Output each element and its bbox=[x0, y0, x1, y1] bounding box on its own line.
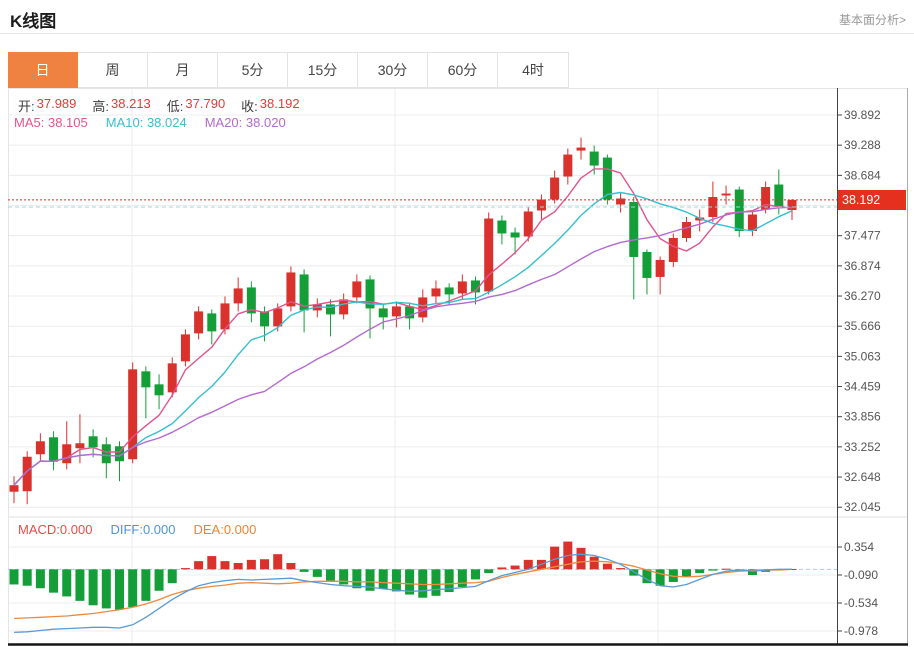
tab-4时[interactable]: 4时 bbox=[498, 53, 568, 87]
ma20-value: 38.020 bbox=[246, 115, 286, 130]
page-header: K线图 基本面分析> bbox=[0, 0, 914, 34]
tab-月[interactable]: 月 bbox=[148, 53, 218, 87]
ohlc-info-row: 开:37.989 高:38.213 低:37.790 收:38.192 bbox=[18, 96, 300, 115]
svg-text:39.288: 39.288 bbox=[844, 138, 881, 152]
dea-value: 0.000 bbox=[224, 522, 257, 537]
close-label: 收: bbox=[241, 96, 258, 115]
diff-value: 0.000 bbox=[143, 522, 176, 537]
tab-30分[interactable]: 30分 bbox=[358, 53, 428, 87]
svg-text:-0.534: -0.534 bbox=[844, 596, 878, 610]
diff-label: DIFF: bbox=[110, 522, 143, 537]
high-value: 38.213 bbox=[111, 96, 151, 115]
kline-page: { "page": { "title": "K线图", "link_label"… bbox=[0, 0, 914, 647]
tab-日[interactable]: 日 bbox=[8, 52, 78, 88]
svg-text:36.270: 36.270 bbox=[844, 289, 881, 303]
svg-text:32.045: 32.045 bbox=[844, 500, 881, 514]
tab-15分[interactable]: 15分 bbox=[288, 53, 358, 87]
low-label: 低: bbox=[167, 96, 184, 115]
svg-text:-0.978: -0.978 bbox=[844, 624, 878, 638]
current-price-badge: 38.192 bbox=[838, 190, 906, 210]
high-label: 高: bbox=[92, 96, 109, 115]
ma5-value: 38.105 bbox=[48, 115, 88, 130]
svg-text:35.666: 35.666 bbox=[844, 319, 881, 333]
ma5-label: MA5: bbox=[14, 115, 44, 130]
fundamental-analysis-link[interactable]: 基本面分析> bbox=[839, 11, 906, 28]
svg-text:-0.090: -0.090 bbox=[844, 568, 878, 582]
ma10-value: 38.024 bbox=[147, 115, 187, 130]
svg-text:35.063: 35.063 bbox=[844, 349, 881, 363]
macd-info-row: MACD:0.000 DIFF:0.000 DEA:0.000 bbox=[18, 522, 256, 537]
svg-text:39.892: 39.892 bbox=[844, 108, 881, 122]
ma10-label: MA10: bbox=[106, 115, 144, 130]
macd-label: MACD: bbox=[18, 522, 60, 537]
ma20-label: MA20: bbox=[205, 115, 243, 130]
open-label: 开: bbox=[18, 96, 35, 115]
low-value: 37.790 bbox=[185, 96, 225, 115]
svg-text:32.648: 32.648 bbox=[844, 470, 881, 484]
close-value: 38.192 bbox=[260, 96, 300, 115]
svg-text:38.684: 38.684 bbox=[844, 168, 881, 182]
tab-周[interactable]: 周 bbox=[78, 53, 148, 87]
ma-info-row: MA5: 38.105 MA10: 38.024 MA20: 38.020 bbox=[14, 115, 286, 130]
page-title: K线图 bbox=[10, 7, 56, 32]
macd-value: 0.000 bbox=[60, 522, 93, 537]
tab-5分[interactable]: 5分 bbox=[218, 53, 288, 87]
dea-label: DEA: bbox=[193, 522, 223, 537]
svg-text:37.477: 37.477 bbox=[844, 229, 881, 243]
tab-60分[interactable]: 60分 bbox=[428, 53, 498, 87]
svg-text:0.354: 0.354 bbox=[844, 540, 874, 554]
period-tab-bar: 日周月5分15分30分60分4时 bbox=[8, 52, 569, 88]
svg-text:34.459: 34.459 bbox=[844, 380, 881, 394]
svg-text:36.874: 36.874 bbox=[844, 259, 881, 273]
open-value: 37.989 bbox=[37, 96, 77, 115]
svg-text:33.856: 33.856 bbox=[844, 410, 881, 424]
svg-text:33.252: 33.252 bbox=[844, 440, 881, 454]
